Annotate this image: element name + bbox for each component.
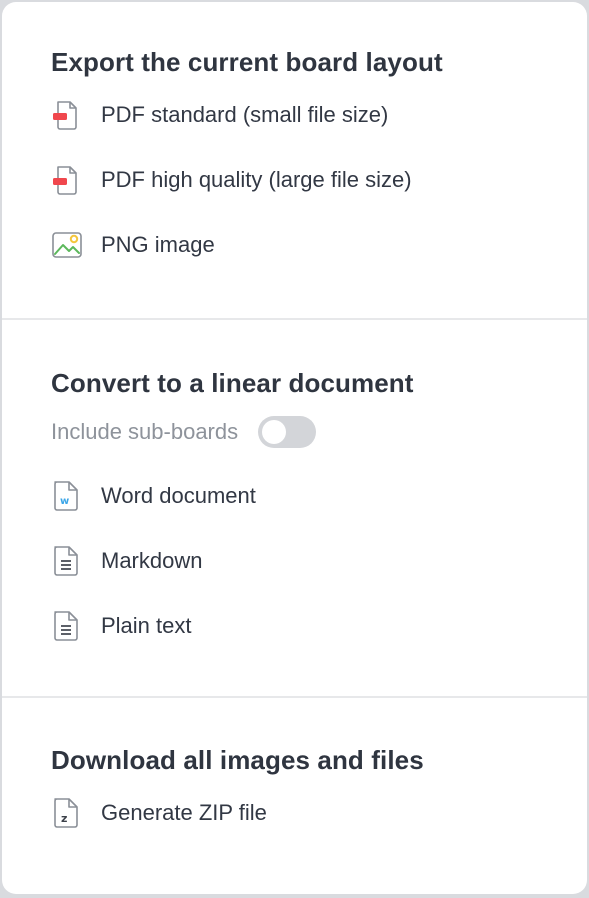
generate-zip-label: Generate ZIP file <box>101 800 267 825</box>
plain-text-label: Plain text <box>101 613 192 638</box>
pdf-high-quality-label: PDF high quality (large file size) <box>101 167 412 192</box>
markdown-label: Markdown <box>101 548 203 573</box>
pdf-standard-label: PDF standard (small file size) <box>101 102 389 127</box>
pdf-file-icon <box>51 99 83 131</box>
markdown-option[interactable]: Markdown <box>51 544 587 578</box>
download-files-heading: Download all images and files <box>51 745 424 775</box>
include-sub-boards-toggle[interactable] <box>258 416 317 448</box>
word-document-option[interactable]: w Word document <box>51 479 587 513</box>
word-file-icon: w <box>51 480 83 512</box>
toggle-knob <box>262 420 287 444</box>
pdf-high-quality-option[interactable]: PDF high quality (large file size) <box>51 163 587 197</box>
convert-document-section: Convert to a linear document Include sub… <box>2 320 587 696</box>
pdf-file-icon <box>51 164 83 196</box>
convert-document-heading: Convert to a linear document <box>51 368 414 398</box>
pdf-standard-option[interactable]: PDF standard (small file size) <box>51 98 587 132</box>
text-file-icon <box>51 610 83 642</box>
include-sub-boards-label: Include sub-boards <box>51 419 239 444</box>
png-image-option[interactable]: PNG image <box>51 228 587 262</box>
svg-text:w: w <box>60 496 69 507</box>
include-sub-boards-row: Include sub-boards <box>51 415 587 449</box>
svg-text:z: z <box>61 812 67 825</box>
zip-file-icon: z <box>51 797 83 829</box>
plain-text-option[interactable]: Plain text <box>51 609 587 643</box>
generate-zip-option[interactable]: z Generate ZIP file <box>51 796 587 830</box>
word-document-label: Word document <box>101 483 256 508</box>
png-image-label: PNG image <box>101 232 215 257</box>
export-board-heading: Export the current board layout <box>51 47 443 77</box>
export-board-section: Export the current board layout PDF stan… <box>2 2 587 318</box>
text-file-icon <box>51 545 83 577</box>
download-files-section: Download all images and files z Generate… <box>2 698 587 830</box>
image-icon <box>51 229 83 261</box>
export-menu-panel: Export the current board layout PDF stan… <box>2 2 587 894</box>
